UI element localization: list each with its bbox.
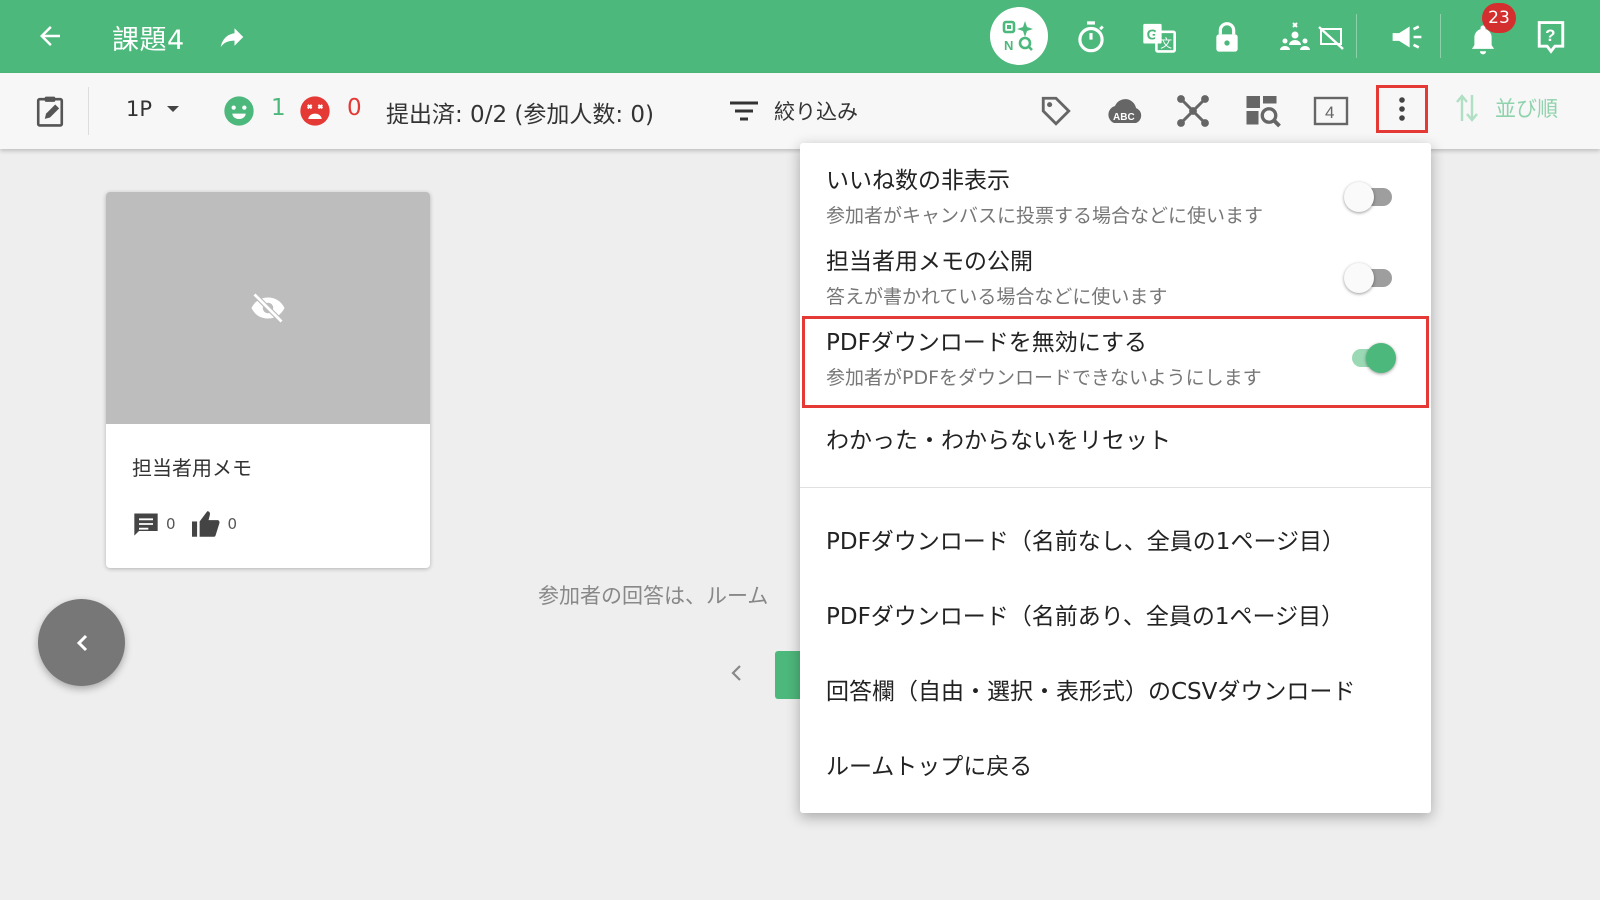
menu-item-label: わかった・わからないをリセット bbox=[826, 428, 1171, 454]
menu-divider bbox=[800, 487, 1431, 488]
menu-item-subtitle: 参加者がPDFをダウンロードできないようにします bbox=[826, 367, 1262, 389]
ai-assist-button[interactable]: N bbox=[990, 7, 1048, 65]
menu-item-hide-likes[interactable]: いいね数の非表示 参加者がキャンバスに投票する場合などに使います bbox=[800, 157, 1431, 237]
toolbar-divider bbox=[1440, 14, 1441, 58]
thumbs-up-icon bbox=[191, 511, 220, 537]
chevron-left-icon bbox=[76, 634, 87, 651]
lock-icon[interactable] bbox=[1206, 16, 1248, 58]
menu-item-title: いいね数の非表示 bbox=[826, 168, 1010, 194]
search-grid-icon[interactable] bbox=[1242, 91, 1284, 131]
disable-pdf-toggle[interactable] bbox=[1344, 340, 1396, 374]
menu-item-reset-understanding[interactable]: わかった・わからないをリセット bbox=[800, 407, 1431, 467]
svg-text:文: 文 bbox=[1160, 36, 1172, 50]
sort-icon bbox=[1456, 94, 1478, 122]
svg-text:4: 4 bbox=[1325, 103, 1334, 122]
options-menu: いいね数の非表示 参加者がキャンバスに投票する場合などに使います 担当者用メモの… bbox=[800, 143, 1431, 813]
submission-card[interactable]: 担当者用メモ 0 0 bbox=[106, 192, 430, 568]
dropdown-arrow-icon bbox=[167, 106, 180, 112]
menu-item-label: ルームトップに戻る bbox=[826, 754, 1033, 780]
edit-note-icon[interactable] bbox=[30, 91, 70, 131]
more-options-button[interactable] bbox=[1376, 85, 1428, 133]
menu-item-pdf-with-names[interactable]: PDFダウンロード（名前あり、全員の1ページ目） bbox=[800, 583, 1431, 643]
hide-likes-toggle[interactable] bbox=[1344, 179, 1396, 213]
visibility-off-icon bbox=[251, 293, 285, 323]
menu-item-label: PDFダウンロード（名前あり、全員の1ページ目） bbox=[826, 604, 1345, 630]
menu-item-label: 回答欄（自由・選択・表形式）のCSVダウンロード bbox=[826, 679, 1356, 705]
not-understood-count: 0 bbox=[347, 95, 362, 121]
ai-assist-icon: N bbox=[1002, 20, 1033, 53]
collapse-panel-button[interactable] bbox=[38, 599, 125, 686]
top-app-bar: 課題4 N G文 23 ? bbox=[0, 0, 1600, 73]
tag-icon[interactable] bbox=[1036, 91, 1076, 131]
toolbar-divider bbox=[88, 87, 89, 135]
menu-item-pdf-no-names[interactable]: PDFダウンロード（名前なし、全員の1ページ目） bbox=[800, 508, 1431, 568]
classroom-toolbar: 1P 1 0 提出済: 0/2 (参加人数: 0) 絞り込み ABC 4 並び順 bbox=[0, 73, 1600, 149]
timer-icon[interactable] bbox=[1070, 16, 1112, 58]
sort-button[interactable]: 並び順 bbox=[1455, 93, 1558, 123]
svg-text:N: N bbox=[1004, 38, 1013, 53]
more-vert-icon bbox=[1399, 97, 1405, 121]
translate-icon[interactable]: G文 bbox=[1138, 16, 1180, 58]
notification-badge: 23 bbox=[1482, 3, 1516, 33]
back-arrow-icon[interactable] bbox=[30, 18, 70, 54]
broadcast-icon[interactable] bbox=[1386, 16, 1428, 58]
help-icon[interactable]: ? bbox=[1530, 16, 1572, 58]
page-selector-value: 1P bbox=[126, 97, 153, 121]
page-4-icon[interactable]: 4 bbox=[1310, 91, 1352, 131]
understood-count: 1 bbox=[271, 95, 286, 121]
share-arrow-icon[interactable] bbox=[212, 20, 252, 54]
publish-memo-toggle[interactable] bbox=[1344, 260, 1396, 294]
hide-presenter-icon[interactable] bbox=[1276, 16, 1348, 58]
filter-button[interactable]: 絞り込み bbox=[730, 91, 858, 131]
comment-icon bbox=[134, 513, 158, 536]
filter-label: 絞り込み bbox=[774, 100, 858, 124]
menu-item-subtitle: 参加者がキャンバスに投票する場合などに使います bbox=[826, 205, 1264, 227]
menu-item-title: PDFダウンロードを無効にする bbox=[826, 330, 1148, 356]
card-title: 担当者用メモ bbox=[132, 456, 252, 480]
svg-text:?: ? bbox=[1545, 26, 1555, 45]
menu-item-room-top[interactable]: ルームトップに戻る bbox=[800, 733, 1431, 793]
filter-icon bbox=[730, 101, 758, 121]
submission-status: 提出済: 0/2 (参加人数: 0) bbox=[386, 102, 655, 128]
menu-item-title: 担当者用メモの公開 bbox=[826, 249, 1033, 275]
network-icon[interactable] bbox=[1172, 91, 1214, 131]
card-stats: 0 0 bbox=[132, 510, 237, 538]
abc-icon[interactable]: ABC bbox=[1102, 93, 1148, 133]
confused-face-icon bbox=[298, 94, 332, 128]
page-selector[interactable]: 1P bbox=[126, 97, 180, 121]
sort-label: 並び順 bbox=[1495, 97, 1558, 121]
menu-item-label: PDFダウンロード（名前なし、全員の1ページ目） bbox=[826, 529, 1345, 555]
menu-item-disable-pdf[interactable]: PDFダウンロードを無効にする 参加者がPDFをダウンロードできないようにします bbox=[800, 319, 1431, 399]
card-thumbnail bbox=[106, 192, 430, 424]
like-count: 0 bbox=[227, 515, 238, 533]
page-title: 課題4 bbox=[112, 25, 185, 56]
toolbar-divider bbox=[1356, 14, 1357, 58]
svg-text:ABC: ABC bbox=[1113, 112, 1135, 123]
menu-item-subtitle: 答えが書かれている場合などに使います bbox=[826, 286, 1168, 308]
smile-face-icon bbox=[222, 94, 256, 128]
empty-message: 参加者の回答は、ルーム bbox=[538, 584, 769, 608]
comment-count: 0 bbox=[166, 515, 176, 533]
pagination-prev-icon[interactable] bbox=[730, 664, 742, 682]
menu-item-publish-memo[interactable]: 担当者用メモの公開 答えが書かれている場合などに使います bbox=[800, 238, 1431, 318]
menu-item-csv-download[interactable]: 回答欄（自由・選択・表形式）のCSVダウンロード bbox=[800, 658, 1431, 718]
